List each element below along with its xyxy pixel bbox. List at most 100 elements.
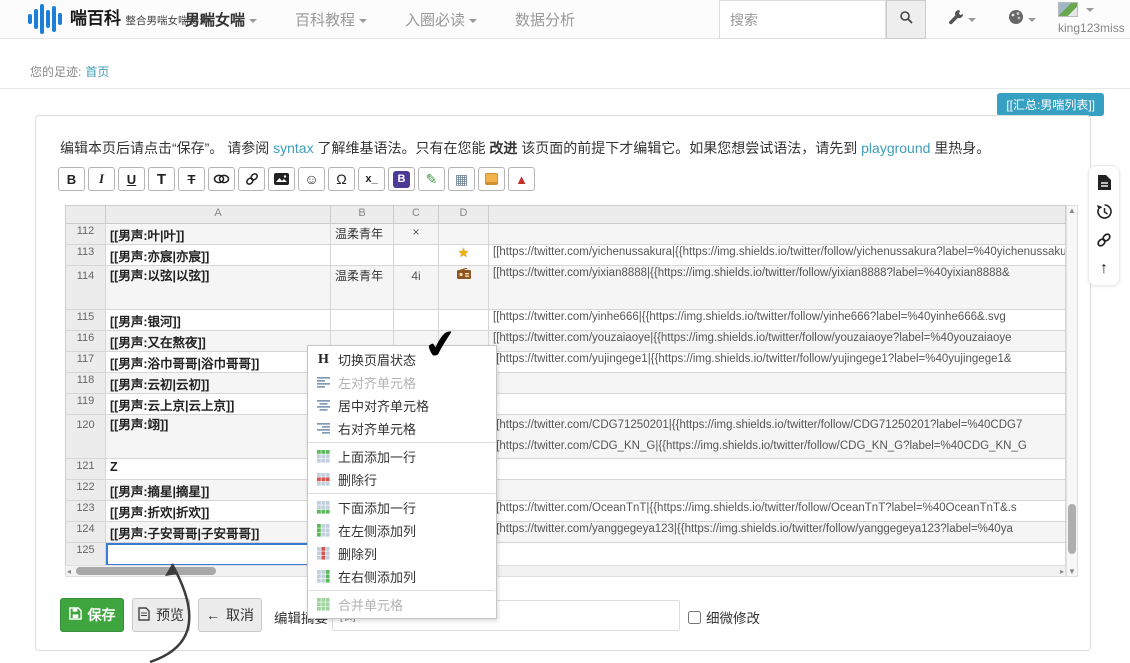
menu-item-header[interactable]: H切换页眉状态 [308,348,496,371]
cell-b[interactable] [331,310,394,331]
cell-a[interactable]: [[男声:子安哥哥|子安哥哥]] [106,522,331,543]
cell-a[interactable]: [[男声:以弦|以弦]] [106,266,331,310]
subscript-button[interactable]: x_ [358,167,385,191]
cell-e[interactable]: [[https://twitter.com/OceanTnT|{{https:/… [489,501,1066,522]
scroll-right-arrow[interactable]: ▸ [1060,567,1064,576]
save-button[interactable]: 保存 [60,598,124,632]
cell-e[interactable] [489,459,1066,480]
internal-link-button[interactable] [208,167,235,191]
cell-d[interactable] [439,266,489,310]
cell-c[interactable]: 4i [394,266,439,310]
cell-e[interactable] [489,543,1066,566]
row-number[interactable]: 112 [66,224,106,245]
nav-item[interactable]: 数据分析 [515,9,575,30]
media-button[interactable] [268,167,295,191]
theme-dropdown[interactable] [1008,0,1036,39]
bootstrap-wrap-button[interactable]: B [388,167,415,191]
cell-e[interactable]: [[https://twitter.com/CDG71250201|{{http… [489,415,1066,459]
cell-a[interactable]: [[男声:摘星|摘星]] [106,480,331,501]
cell-e[interactable] [489,373,1066,394]
smiley-button[interactable]: ☺ [298,167,325,191]
cell-e[interactable]: [[https://twitter.com/yinhe666|{{https:/… [489,310,1066,331]
row-number[interactable]: 113 [66,245,106,266]
scroll-left-arrow[interactable]: ◂ [67,567,71,576]
cell-a[interactable]: [[男声:银河]] [106,310,331,331]
search-input[interactable] [720,1,885,38]
cell-e[interactable] [489,394,1066,415]
row-number[interactable]: 115 [66,310,106,331]
selected-cell[interactable] [106,543,331,566]
edit-table-button[interactable]: ▦ [448,167,475,191]
cell-e[interactable] [489,224,1066,245]
row-number[interactable]: 123 [66,501,106,522]
menu-item-align-center[interactable]: 居中对齐单元格 [308,394,496,417]
summary-page-button[interactable]: [[汇总:男喘列表]] [997,93,1104,116]
cell-e[interactable]: [[https://twitter.com/yanggegeya123|{{ht… [489,522,1066,543]
nav-item[interactable]: 男喘女喘 [185,9,257,30]
column-header-D[interactable]: D [439,206,489,224]
cell-a[interactable]: [[男声:云上京|云上京]] [106,394,331,415]
vertical-scroll-thumb[interactable] [1068,504,1076,554]
user-menu[interactable]: king123miss [1058,1,1130,35]
bold-button[interactable]: B [58,167,85,191]
row-number[interactable]: 120 [66,415,106,459]
page-icon[interactable] [1094,172,1114,192]
external-link-button[interactable] [238,167,265,191]
menu-item-align-right[interactable]: 右对齐单元格 [308,417,496,440]
row-number[interactable]: 116 [66,331,106,352]
cell-e[interactable]: [[https://twitter.com/youzaiaoye|{{https… [489,331,1066,352]
underline-button[interactable]: U [118,167,145,191]
cell-d[interactable] [439,224,489,245]
corner-cell[interactable] [66,206,106,224]
link-icon[interactable] [1094,230,1114,250]
row-number[interactable]: 122 [66,480,106,501]
menu-item-col-add-left[interactable]: 在左侧添加列 [308,519,496,542]
row-number[interactable]: 124 [66,522,106,543]
nav-item[interactable]: 百科教程 [295,9,367,30]
breadcrumb-home-link[interactable]: 首页 [85,65,109,79]
cell-b[interactable]: 温柔青年 [331,224,394,245]
cell-a[interactable]: [[男声:折欢|折欢]] [106,501,331,522]
vertical-scrollbar[interactable]: ▲ ▼ [1066,205,1078,577]
preview-button[interactable]: 预览 [132,598,190,632]
special-chars-button[interactable]: Ω [328,167,355,191]
scroll-down-arrow[interactable]: ▼ [1067,567,1077,576]
menu-item-col-add-right[interactable]: 在右侧添加列 [308,565,496,588]
arrow-up-icon[interactable]: ↑ [1094,259,1114,279]
menu-item-row-delete[interactable]: 删除行 [308,468,496,491]
cell-e[interactable]: [[https://twitter.com/yixian8888|{{https… [489,266,1066,310]
column-header-C[interactable]: C [394,206,439,224]
menu-item-col-delete[interactable]: 删除列 [308,542,496,565]
syntax-link[interactable]: syntax [273,140,313,156]
cell-a[interactable]: [[男声:又在熬夜]] [106,331,331,352]
row-number[interactable]: 117 [66,352,106,373]
color-pencil-button[interactable]: ✎ [418,167,445,191]
struct-cube-button[interactable] [478,167,505,191]
site-logo[interactable]: 喘百科 整合男喘女喘资源 [28,2,209,36]
cell-e[interactable] [489,480,1066,501]
menu-item-row-add-above[interactable]: 上面添加一行 [308,445,496,468]
row-number[interactable]: 118 [66,373,106,394]
cell-a[interactable]: [[男声:叶|叶]] [106,224,331,245]
row-number[interactable]: 125 [66,543,106,566]
cell-d[interactable]: ★ [439,245,489,266]
cell-b[interactable] [331,245,394,266]
minor-edit-checkbox[interactable] [688,611,701,624]
admin-tools-dropdown[interactable] [948,0,976,39]
nav-item[interactable]: 入圈必读 [405,9,477,30]
cell-c[interactable]: × [394,224,439,245]
cell-c[interactable] [394,245,439,266]
row-number[interactable]: 121 [66,459,106,480]
column-header-B[interactable]: B [331,206,394,224]
cell-a[interactable]: [[男声:翊]] [106,415,331,459]
horizontal-scroll-thumb[interactable] [76,567,216,575]
cell-a[interactable]: Z [106,459,331,480]
scroll-up-arrow[interactable]: ▲ [1067,206,1077,215]
column-header-e[interactable] [489,206,1066,224]
cell-a[interactable]: [[男声:浴巾哥哥|浴巾哥哥]] [106,352,331,373]
history-icon[interactable] [1094,201,1114,221]
column-header-A[interactable]: A [106,206,331,224]
cell-e[interactable]: [[https://twitter.com/yichenussakura|{{h… [489,245,1066,266]
cancel-button[interactable]: ←取消 [198,598,262,632]
draw-triangle-button[interactable]: ▲ [508,167,535,191]
